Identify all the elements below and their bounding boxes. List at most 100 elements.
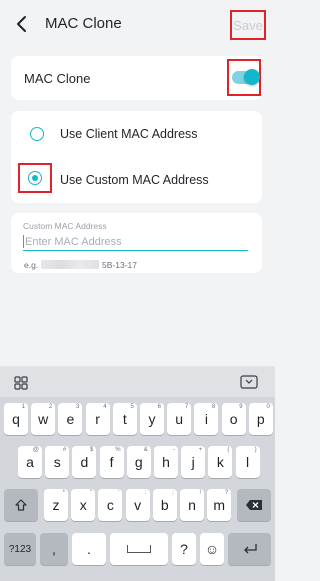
- key-hint: 7: [184, 404, 189, 410]
- key-hint: ?: [224, 490, 229, 496]
- emoji-key[interactable]: ☺: [200, 533, 224, 565]
- option-client-mac[interactable]: Use Client MAC Address: [11, 111, 262, 157]
- option-label: Use Custom MAC Address: [60, 173, 209, 187]
- key-e[interactable]: e3: [58, 403, 83, 435]
- key-label: l: [246, 454, 250, 470]
- key-r[interactable]: r4: [85, 403, 110, 435]
- key-hint: #: [62, 447, 67, 453]
- key-label: ?: [180, 541, 188, 557]
- page-title: MAC Clone: [45, 15, 122, 32]
- option-custom-mac[interactable]: Use Custom MAC Address: [11, 157, 262, 203]
- key-label: d: [80, 454, 89, 470]
- key-hint: -: [173, 447, 175, 453]
- key-k[interactable]: k(: [208, 446, 233, 478]
- key-hint: +: [198, 447, 203, 453]
- key-b[interactable]: b;: [152, 489, 177, 521]
- redacted-example: [41, 260, 99, 269]
- key-h[interactable]: h-: [154, 446, 178, 478]
- key-label: k: [216, 454, 224, 470]
- key-label: e: [66, 411, 75, 427]
- key-m[interactable]: m?: [207, 489, 232, 521]
- key-q[interactable]: q1: [4, 403, 28, 435]
- key-hint: 9: [239, 404, 243, 410]
- key-label: p: [256, 411, 265, 427]
- key-label: i: [204, 411, 208, 427]
- field-caption: Custom MAC Address: [23, 221, 107, 231]
- key-w[interactable]: w2: [31, 403, 56, 435]
- key-g[interactable]: g &: [126, 446, 151, 478]
- key-v[interactable]: v:: [125, 489, 150, 521]
- key-y[interactable]: y6: [140, 403, 164, 435]
- key-f[interactable]: f%: [99, 446, 124, 478]
- key-z[interactable]: z *: [44, 489, 68, 521]
- toggle-knob: [244, 69, 260, 85]
- mac-clone-toggle[interactable]: [232, 69, 260, 85]
- keyboard-hide-icon[interactable]: [240, 375, 258, 389]
- key-s[interactable]: s #: [45, 446, 70, 478]
- key-label: t: [122, 411, 127, 427]
- radio-highlight-box: [18, 163, 52, 193]
- key-label: b: [160, 497, 169, 513]
- key-x[interactable]: x ": [71, 489, 96, 521]
- backspace-icon: [246, 500, 262, 510]
- key-l[interactable]: l): [235, 446, 260, 478]
- enter-icon: [243, 544, 257, 554]
- key-hint: &: [143, 447, 148, 453]
- shift-icon: [15, 499, 27, 511]
- symbols-key[interactable]: ?123: [4, 533, 36, 565]
- key-j[interactable]: j +: [181, 446, 206, 478]
- back-button[interactable]: [10, 12, 32, 36]
- key-label: j: [191, 454, 195, 470]
- key-c[interactable]: c ': [98, 489, 123, 521]
- key-hint: $: [90, 447, 94, 453]
- key-label: r: [95, 411, 100, 427]
- key-hint: 8: [212, 404, 216, 410]
- key-hint: ": [90, 490, 93, 496]
- enter-key[interactable]: [228, 533, 271, 565]
- key-label: s: [53, 454, 61, 470]
- mac-mode-options: Use Client MAC Address Use Custom MAC Ad…: [11, 111, 262, 203]
- soft-keyboard: q 1 w 2 e 3 r 4 t 5 y 6 u 7 i 8 o 9 p 0 a @ s # d $ f% g & h - j + k(l) z *…: [0, 366, 275, 581]
- key-o[interactable]: o9: [221, 403, 246, 435]
- key-n[interactable]: n!: [180, 489, 204, 521]
- period-key[interactable]: .: [72, 533, 106, 565]
- key-label: ☺: [204, 541, 220, 557]
- mac-clone-label: MAC Clone: [24, 71, 91, 86]
- backspace-key[interactable]: [237, 489, 271, 521]
- key-label: n: [188, 497, 196, 513]
- key-label: h: [162, 454, 170, 470]
- save-button[interactable]: Save: [230, 10, 266, 40]
- key-label: y: [148, 411, 156, 427]
- text-caret: [23, 235, 24, 248]
- key-u[interactable]: u7: [167, 403, 192, 435]
- key-label: f: [109, 454, 114, 470]
- key-t[interactable]: t5: [112, 403, 137, 435]
- key-label: o: [229, 411, 238, 427]
- key-d[interactable]: d $: [72, 446, 97, 478]
- key-hint: (: [227, 447, 230, 453]
- key-p[interactable]: p0: [248, 403, 273, 435]
- key-hint: 0: [266, 404, 270, 410]
- key-hint: 5: [130, 404, 134, 410]
- question-key[interactable]: ?: [172, 533, 196, 565]
- mac-address-input[interactable]: [23, 234, 248, 251]
- chevron-left-icon: [17, 16, 26, 32]
- radio-checked-icon[interactable]: [28, 171, 42, 185]
- toggle-highlight-box: [227, 59, 261, 96]
- option-label: Use Client MAC Address: [60, 127, 198, 141]
- key-i[interactable]: i8: [194, 403, 219, 435]
- key-hint: 4: [103, 404, 107, 410]
- comma-key[interactable]: ,: [40, 533, 68, 565]
- space-key[interactable]: [110, 533, 168, 565]
- key-label: w: [38, 411, 49, 427]
- key-label: q: [12, 411, 20, 427]
- grid-icon[interactable]: [14, 376, 28, 390]
- shift-key[interactable]: [4, 489, 38, 521]
- key-a[interactable]: a @: [18, 446, 42, 478]
- key-label: v: [134, 497, 142, 513]
- key-hint: %: [115, 447, 121, 453]
- key-label: ?123: [8, 543, 32, 555]
- radio-unchecked-icon[interactable]: [30, 127, 44, 141]
- key-label: x: [79, 497, 87, 513]
- key-label: z: [52, 497, 60, 513]
